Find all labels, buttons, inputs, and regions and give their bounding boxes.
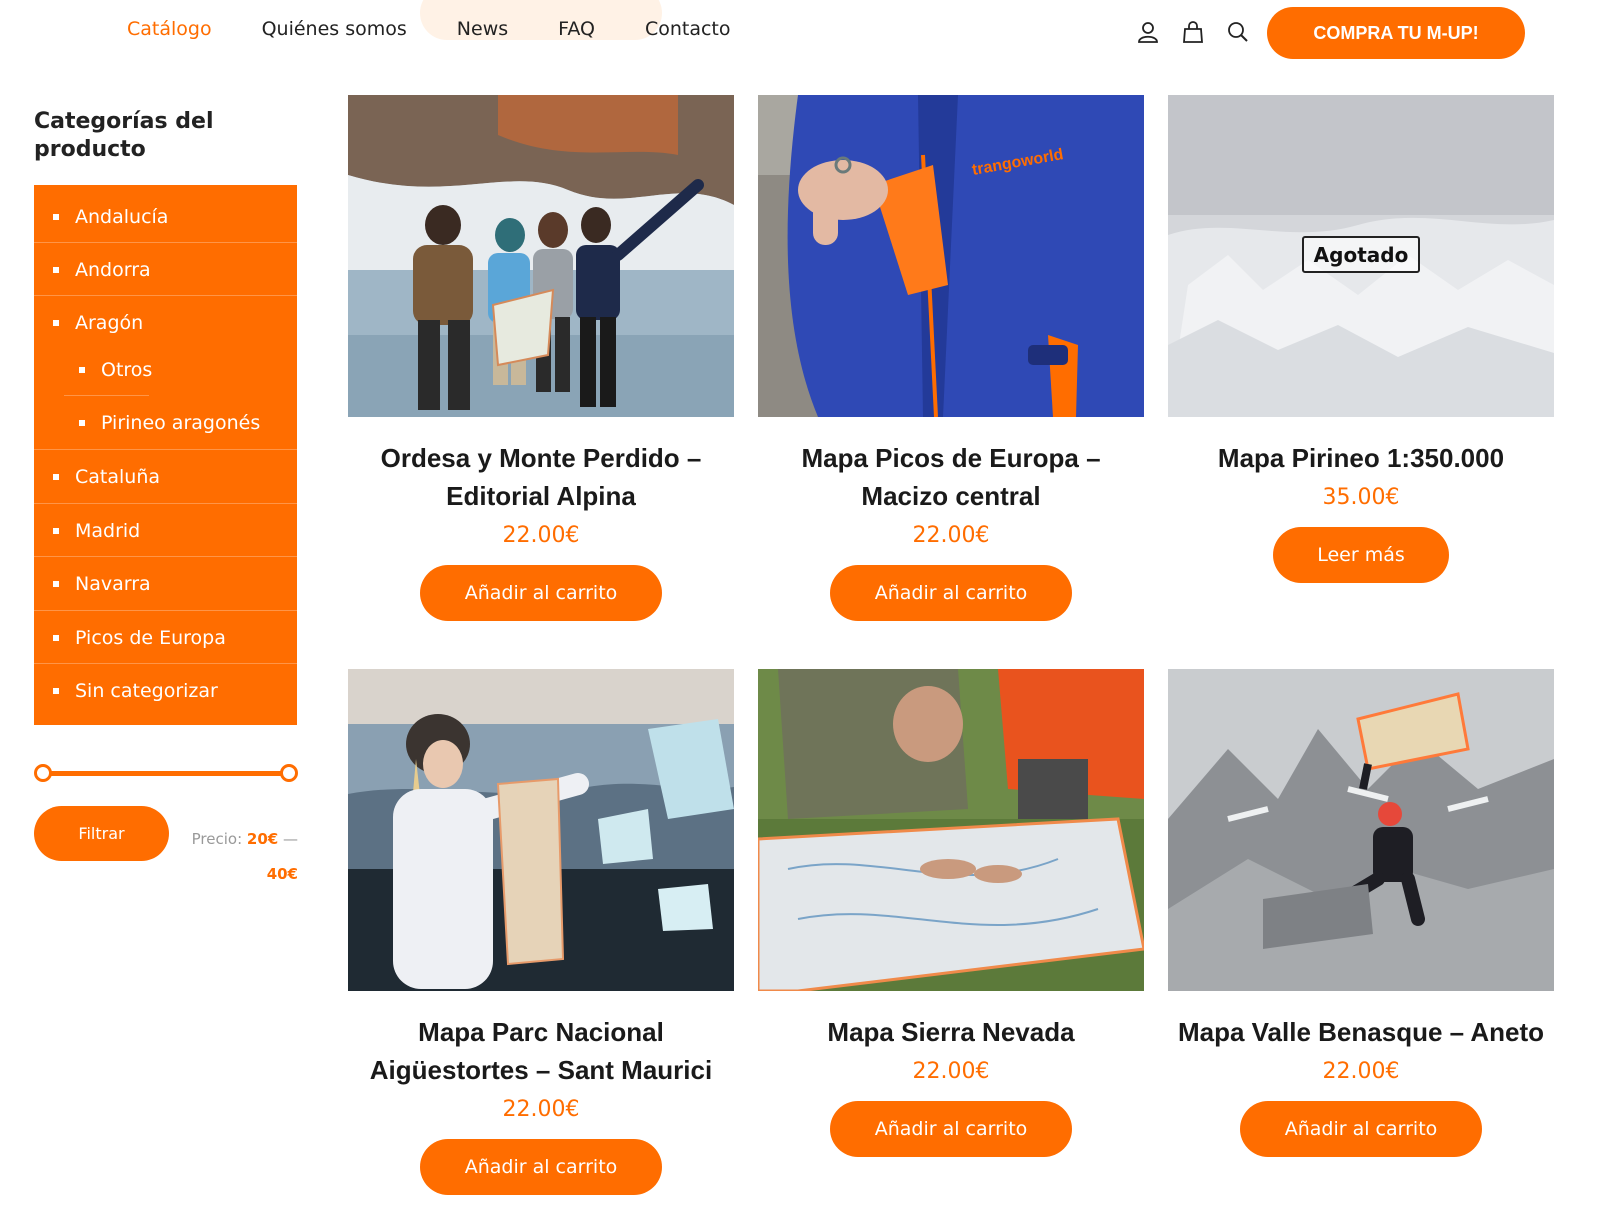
product-card: Mapa Sierra Nevada 22.00€ Añadir al carr… <box>758 669 1144 1157</box>
category-list: Andalucía Andorra Aragón Otros Pirineo a… <box>34 185 297 725</box>
product-image-woman-on-icy-beach[interactable] <box>348 669 734 991</box>
add-to-cart-button[interactable]: Añadir al carrito <box>830 1101 1072 1157</box>
add-to-cart-button[interactable]: Añadir al carrito <box>830 565 1072 621</box>
user-icon[interactable] <box>1135 19 1161 45</box>
product-price: 22.00€ <box>1322 1059 1400 1084</box>
min-price: 20€ <box>246 830 279 848</box>
product-image-climber-on-summit[interactable] <box>1168 669 1554 991</box>
product-price: 35.00€ <box>1322 485 1400 510</box>
read-more-button[interactable]: Leer más <box>1273 527 1449 583</box>
product-price: 22.00€ <box>912 1059 990 1084</box>
search-icon[interactable] <box>1225 19 1251 45</box>
bullet-icon <box>53 473 59 480</box>
category-aragon[interactable]: Aragón <box>53 296 143 349</box>
site-header: Catálogo Quiénes somos News FAQ Contacto… <box>0 0 1600 66</box>
product-image-people-reading-map-on-grass[interactable] <box>758 669 1144 991</box>
category-label: Picos de Europa <box>75 626 226 649</box>
header-icons <box>1135 19 1270 45</box>
product-card: trangoworld Mapa Picos de Europa – Maciz… <box>758 95 1144 621</box>
price-separator: — <box>283 830 298 848</box>
category-otros[interactable]: Otros <box>79 343 152 396</box>
category-label: Madrid <box>75 519 141 542</box>
price-range-text: Precio: 20€ — 40€ <box>170 822 298 892</box>
nav-item-catalogo[interactable]: Catálogo <box>127 18 212 40</box>
product-title[interactable]: Mapa Pirineo 1:350.000 <box>1168 439 1554 477</box>
bullet-icon <box>53 266 59 273</box>
bullet-icon <box>53 319 59 326</box>
price-slider <box>34 762 298 784</box>
product-title[interactable]: Mapa Sierra Nevada <box>758 1013 1144 1051</box>
category-label: Pirineo aragonés <box>101 411 261 434</box>
bullet-icon <box>53 687 59 694</box>
bullet-icon <box>79 419 85 426</box>
category-label: Cataluña <box>75 465 161 488</box>
price-slider-min-handle[interactable] <box>34 764 52 782</box>
category-cataluna[interactable]: Cataluña <box>53 450 160 503</box>
product-card: Agotado Mapa Pirineo 1:350.000 35.00€ Le… <box>1168 95 1554 583</box>
category-label: Otros <box>101 358 153 381</box>
product-price: 22.00€ <box>502 1097 580 1122</box>
bullet-icon <box>53 213 59 220</box>
product-image-snowy-mountains-aerial[interactable]: Agotado <box>1168 95 1554 417</box>
nav-item-contacto[interactable]: Contacto <box>645 18 731 40</box>
product-card: Ordesa y Monte Perdido – Editorial Alpin… <box>348 95 734 621</box>
category-andorra[interactable]: Andorra <box>53 243 151 296</box>
product-price: 22.00€ <box>502 523 580 548</box>
add-to-cart-button[interactable]: Añadir al carrito <box>420 1139 662 1195</box>
category-label: Navarra <box>75 572 151 595</box>
product-title[interactable]: Mapa Picos de Europa – Macizo central <box>758 439 1144 515</box>
cart-icon[interactable] <box>1180 19 1206 45</box>
product-image-blue-jacket-pocket-map[interactable]: trangoworld <box>758 95 1144 417</box>
nav-item-news[interactable]: News <box>457 18 508 40</box>
category-pirineo-aragones[interactable]: Pirineo aragonés <box>79 396 260 449</box>
nav-item-quienes-somos[interactable]: Quiénes somos <box>262 18 407 40</box>
category-sin-categorizar[interactable]: Sin categorizar <box>53 664 218 717</box>
max-price: 40€ <box>266 865 298 883</box>
product-card: Mapa Valle Benasque – Aneto 22.00€ Añadi… <box>1168 669 1554 1157</box>
category-picos-de-europa[interactable]: Picos de Europa <box>53 611 226 664</box>
sold-out-badge: Agotado <box>1302 236 1420 273</box>
add-to-cart-button[interactable]: Añadir al carrito <box>1240 1101 1482 1157</box>
product-price: 22.00€ <box>912 523 990 548</box>
buy-mup-button[interactable]: COMPRA TU M-UP! <box>1267 7 1525 59</box>
category-label: Andalucía <box>75 205 169 228</box>
product-title[interactable]: Mapa Parc Nacional Aigüestortes – Sant M… <box>348 1013 734 1089</box>
category-label: Andorra <box>75 258 151 281</box>
category-andalucia[interactable]: Andalucía <box>53 190 168 243</box>
bullet-icon <box>53 580 59 587</box>
filter-button[interactable]: Filtrar <box>34 806 169 861</box>
price-label: Precio: <box>191 830 243 848</box>
product-image-group-on-frozen-lake[interactable] <box>348 95 734 417</box>
main-nav: Catálogo Quiénes somos News FAQ Contacto <box>127 18 781 40</box>
add-to-cart-button[interactable]: Añadir al carrito <box>420 565 662 621</box>
nav-item-faq[interactable]: FAQ <box>558 18 595 40</box>
category-madrid[interactable]: Madrid <box>53 504 140 557</box>
category-navarra[interactable]: Navarra <box>53 557 151 610</box>
category-label: Aragón <box>75 311 144 334</box>
bullet-icon <box>53 634 59 641</box>
bullet-icon <box>53 527 59 534</box>
product-title[interactable]: Ordesa y Monte Perdido – Editorial Alpin… <box>348 439 734 515</box>
price-slider-track[interactable] <box>42 771 290 776</box>
product-card: Mapa Parc Nacional Aigüestortes – Sant M… <box>348 669 734 1195</box>
sidebar-title: Categorías del producto <box>34 109 214 162</box>
price-slider-max-handle[interactable] <box>280 764 298 782</box>
product-title[interactable]: Mapa Valle Benasque – Aneto <box>1168 1013 1554 1051</box>
bullet-icon <box>79 366 85 373</box>
category-label: Sin categorizar <box>75 679 218 702</box>
